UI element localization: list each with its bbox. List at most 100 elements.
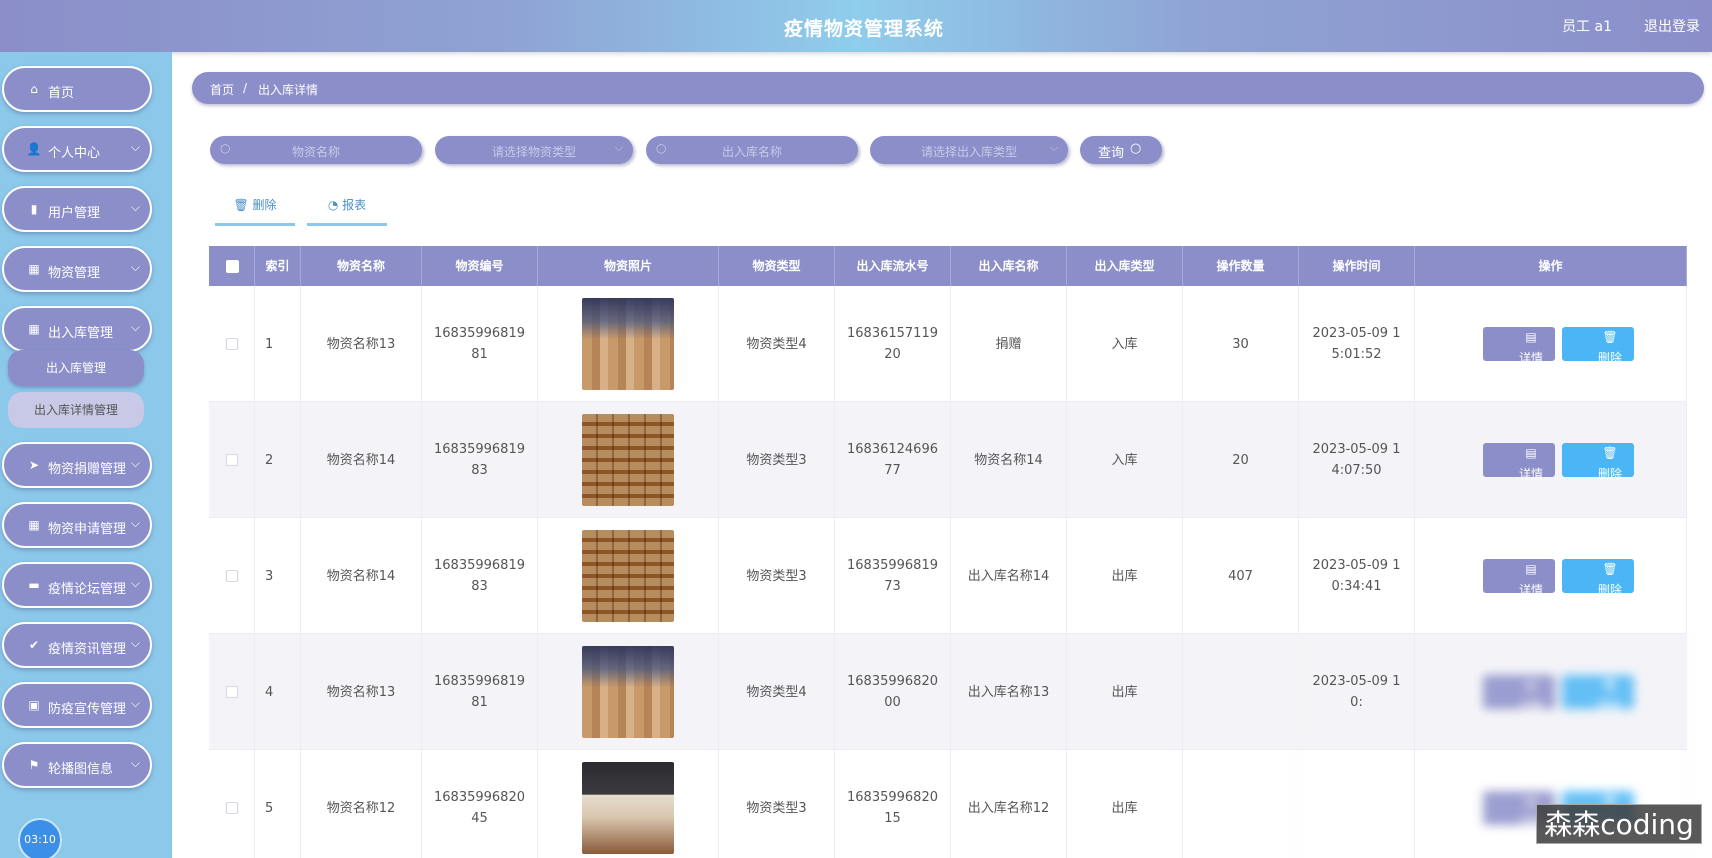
io-serial: 1683612469677 — [847, 442, 938, 478]
report-button[interactable]: ◔ 报表 — [307, 192, 387, 226]
chevron-down-icon: ⌵ — [614, 141, 623, 154]
row-checkbox[interactable] — [225, 570, 238, 582]
io-name-search-input[interactable]: ○ 出入库名称 — [646, 136, 858, 164]
table-row: 1 物资名称13 1683599681981 物资类型4 1683615711920 捐赠… — [209, 286, 1687, 402]
row-checkbox[interactable] — [225, 802, 238, 814]
material-name: 物资名称14 — [326, 568, 396, 584]
pie-chart-icon: ◔ — [327, 198, 343, 212]
sidebar-item-label: 疫情论坛管理 — [48, 582, 127, 597]
material-photo[interactable] — [582, 298, 674, 390]
sidebar-item-label: 物资申请管理 — [48, 522, 127, 537]
chevron-down-icon: ⌵ — [130, 756, 140, 770]
submenu-io-detail-management[interactable]: 出入库详情管理 — [8, 392, 144, 428]
thumb-icon: ✔ — [28, 638, 40, 652]
breadcrumb-separator: / — [243, 81, 248, 95]
sidebar-item-4[interactable]: ▦ 出入库管理 ⌵ — [2, 306, 152, 352]
material-photo[interactable] — [582, 414, 674, 506]
material-type: 物资类型3 — [746, 800, 807, 816]
sidebar-item-label: 首页 — [48, 86, 75, 101]
submenu-io-management[interactable]: 出入库管理 — [8, 350, 144, 386]
delete-button[interactable]: 🗑 删除 — [1562, 675, 1634, 713]
delete-button[interactable]: 🗑 删除 — [1562, 443, 1634, 481]
io-type: 出库 — [1111, 568, 1138, 584]
column-header: 出入库流水号 — [835, 246, 951, 286]
sidebar-item-2[interactable]: ▮ 用户管理 ⌵ — [2, 186, 152, 232]
io-name: 物资名称14 — [974, 452, 1043, 468]
material-photo[interactable] — [582, 646, 674, 738]
sidebar-item-label: 个人中心 — [48, 146, 101, 161]
grid-icon: ▦ — [28, 322, 40, 336]
trash-icon: 🗑 — [1602, 562, 1618, 576]
sidebar-item-7[interactable]: ▬ 疫情论坛管理 ⌵ — [2, 562, 152, 608]
operation-quantity: 30 — [1232, 336, 1249, 352]
io-serial: 1683599681973 — [847, 558, 938, 594]
material-name: 物资名称13 — [326, 684, 396, 700]
io-name: 出入库名称14 — [967, 568, 1050, 584]
io-name: 捐赠 — [995, 336, 1022, 352]
grid-icon: ▦ — [28, 262, 40, 276]
io-type-select[interactable]: 请选择出入库类型 ⌵ — [870, 136, 1068, 164]
material-code: 1683599681981 — [434, 326, 525, 362]
column-header: 物资类型 — [719, 246, 835, 286]
material-photo[interactable] — [582, 762, 674, 854]
sidebar-item-label: 疫情资讯管理 — [48, 642, 127, 657]
briefcase-icon: ▣ — [28, 698, 40, 712]
breadcrumb-home[interactable]: 首页 — [210, 81, 234, 98]
material-type-select[interactable]: 请选择物资类型 ⌵ — [435, 136, 633, 164]
row-checkbox[interactable] — [225, 686, 238, 698]
batch-delete-button[interactable]: 🗑 删除 — [215, 192, 295, 226]
material-name-search-input[interactable]: ○ 物资名称 — [210, 136, 422, 164]
sidebar: ⌂ 首页 👤 个人中心 ⌵ ▮ 用户管理 ⌵ ▦ 物资管理 ⌵ ▦ 出入库管理 ⌵ ➤ 物资捐赠管理 ⌵ ▦ 物资申… — [0, 52, 172, 858]
column-header: 物资编号 — [422, 246, 538, 286]
sidebar-item-label: 物资捐赠管理 — [48, 462, 127, 477]
home-icon: ⌂ — [30, 82, 38, 96]
material-name: 物资名称14 — [326, 452, 396, 468]
send-icon: ➤ — [28, 458, 40, 472]
table-row: 2 物资名称14 1683599681983 物资类型3 1683612469677 物资… — [209, 402, 1687, 518]
io-type: 出库 — [1111, 684, 1138, 700]
column-header: 索引 — [255, 246, 301, 286]
delete-button[interactable]: 🗑 删除 — [1562, 327, 1634, 365]
row-checkbox[interactable] — [225, 338, 238, 350]
sidebar-item-6[interactable]: ▦ 物资申请管理 ⌵ — [2, 502, 152, 548]
chevron-down-icon: ⌵ — [1049, 141, 1058, 154]
material-name: 物资名称12 — [326, 800, 396, 816]
query-button[interactable]: 查询 ○ — [1080, 136, 1162, 164]
row-checkbox[interactable] — [225, 454, 238, 466]
material-code: 1683599681983 — [434, 558, 525, 594]
sidebar-item-10[interactable]: ⚑ 轮播图信息 ⌵ — [2, 742, 152, 788]
column-header: 操作 — [1415, 246, 1687, 286]
sidebar-item-1[interactable]: 👤 个人中心 ⌵ — [2, 126, 152, 172]
detail-button[interactable]: ▤ 详情 — [1483, 327, 1555, 365]
detail-button[interactable]: ▤ 详情 — [1483, 443, 1555, 481]
io-name: 出入库名称13 — [967, 684, 1050, 700]
delete-button[interactable]: 🗑 删除 — [1562, 559, 1634, 597]
current-user: 员工 a1 — [1562, 19, 1612, 35]
row-index: 3 — [265, 568, 274, 584]
operation-time: 2023-05-09 14:07:50 — [1312, 442, 1401, 478]
select-all-checkbox[interactable] — [226, 260, 239, 273]
table-row: 4 物资名称13 1683599681981 物资类型4 1683599682000 出入… — [209, 634, 1687, 750]
row-index: 1 — [265, 336, 274, 352]
row-index: 4 — [265, 684, 274, 700]
operation-quantity: 407 — [1228, 568, 1253, 584]
sidebar-item-0[interactable]: ⌂ 首页 — [2, 66, 152, 112]
sidebar-item-3[interactable]: ▦ 物资管理 ⌵ — [2, 246, 152, 292]
sidebar-item-5[interactable]: ➤ 物资捐赠管理 ⌵ — [2, 442, 152, 488]
material-photo[interactable] — [582, 530, 674, 622]
sidebar-item-8[interactable]: ✔ 疫情资讯管理 ⌵ — [2, 622, 152, 668]
io-serial: 1683599682015 — [847, 790, 938, 826]
detail-button[interactable]: ▤ 详情 — [1483, 675, 1555, 713]
person-icon: 👤 — [26, 142, 42, 156]
material-code: 1683599682045 — [434, 790, 525, 826]
logout-link[interactable]: 退出登录 — [1644, 16, 1700, 36]
material-type: 物资类型4 — [746, 684, 807, 700]
table-row: 3 物资名称14 1683599681983 物资类型3 1683599681973 出入… — [209, 518, 1687, 634]
chevron-down-icon: ⌵ — [130, 516, 140, 530]
select-all-column — [209, 246, 255, 286]
table-header: 索引 物资名称 物资编号 物资照片 物资类型 出入库流水号 出入库名称 出入库类型 操作数量 操作… — [209, 246, 1687, 286]
detail-button[interactable]: ▤ 详情 — [1483, 559, 1555, 597]
row-index: 2 — [265, 452, 274, 468]
sidebar-item-9[interactable]: ▣ 防疫宣传管理 ⌵ — [2, 682, 152, 728]
trash-icon: 🗑 — [233, 198, 253, 212]
